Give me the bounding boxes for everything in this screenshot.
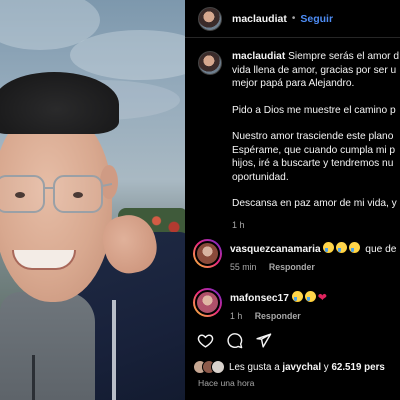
commenter-username[interactable]: vasquezcanamaria	[230, 244, 321, 255]
reply-button[interactable]: Responder	[269, 262, 315, 272]
instagram-post-view: maclaudiat • Seguir maclaudiat Siempre s…	[0, 0, 400, 400]
caption-line: vida llena de amor, gracias por ser u	[232, 64, 397, 76]
smile	[12, 250, 76, 270]
caption-line: Nuestro amor trasciende este plano	[232, 131, 394, 142]
commenter-username[interactable]: mafonsec17	[230, 293, 289, 304]
header-separator: •	[291, 13, 296, 24]
paper-plane-icon[interactable]	[255, 332, 272, 349]
post-header: maclaudiat • Seguir	[185, 0, 400, 38]
likes-summary[interactable]: Les gusta a javychal y 62.519 pers	[193, 360, 385, 374]
post-age: Hace una hora	[198, 378, 255, 388]
crying-face-icon	[336, 242, 348, 253]
shirt-zipper	[32, 355, 35, 400]
likes-suffix: pers	[364, 361, 385, 373]
comment-timestamp: 1 h	[230, 311, 243, 321]
caption-line: Descansa en paz amor de mi vida, y	[232, 198, 397, 209]
post-actions	[197, 332, 272, 349]
heart-outline-icon[interactable]	[197, 332, 214, 349]
sky-cloud	[70, 30, 185, 80]
likes-prefix: Les gusta a	[229, 361, 280, 373]
commenter-avatar[interactable]	[193, 239, 222, 268]
author-avatar[interactable]	[198, 6, 222, 31]
comment-timestamp: 55 min	[230, 262, 257, 272]
liker-avatar	[211, 360, 225, 374]
comment-bubble-icon[interactable]	[226, 332, 243, 349]
caption-line: Siempre serás el amor d	[288, 51, 400, 62]
comment-item: vasquezcanamaria que de 55 min Responder	[193, 239, 400, 272]
author-username[interactable]: maclaudiat	[232, 13, 287, 25]
reply-button[interactable]: Responder	[255, 311, 301, 321]
crying-face-icon	[304, 291, 316, 302]
post-caption: maclaudiat Siempre serás el amor d vida …	[198, 50, 400, 232]
crying-face-icon	[349, 242, 361, 253]
hair	[0, 72, 119, 134]
caption-timestamp: 1 h	[232, 219, 245, 230]
caption-username[interactable]: maclaudiat	[232, 51, 285, 62]
comment-item: mafonsec17 ❤ 1 h Responder	[193, 288, 400, 321]
caption-line: hijos, iré a buscarte y tendremos nu	[232, 158, 394, 169]
follow-button[interactable]: Seguir	[300, 13, 333, 25]
jacket-zipper	[112, 300, 116, 400]
caption-line: Espérame, que cuando cumpla mi p	[232, 144, 396, 156]
caption-line: mejor papá para Alejandro.	[232, 78, 355, 89]
crying-face-icon	[291, 291, 303, 302]
eyeglasses	[0, 175, 112, 213]
commenter-avatar[interactable]	[193, 288, 222, 317]
comment-text: que de	[365, 244, 397, 255]
crying-face-icon	[323, 242, 335, 253]
shirt	[0, 292, 95, 400]
post-panel: maclaudiat • Seguir maclaudiat Siempre s…	[185, 0, 400, 400]
caption-line: oportunidad.	[232, 171, 289, 183]
likes-count[interactable]: 62.519	[331, 362, 361, 373]
post-photo[interactable]	[0, 0, 185, 400]
broken-heart-icon: ❤	[317, 292, 327, 304]
caption-avatar[interactable]	[198, 51, 222, 75]
caption-body: maclaudiat Siempre serás el amor d vida …	[232, 50, 400, 232]
liker-username[interactable]: javychal	[282, 362, 321, 373]
likes-connector: y	[323, 361, 329, 373]
caption-line: Pido a Dios me muestre el camino p	[232, 104, 396, 116]
